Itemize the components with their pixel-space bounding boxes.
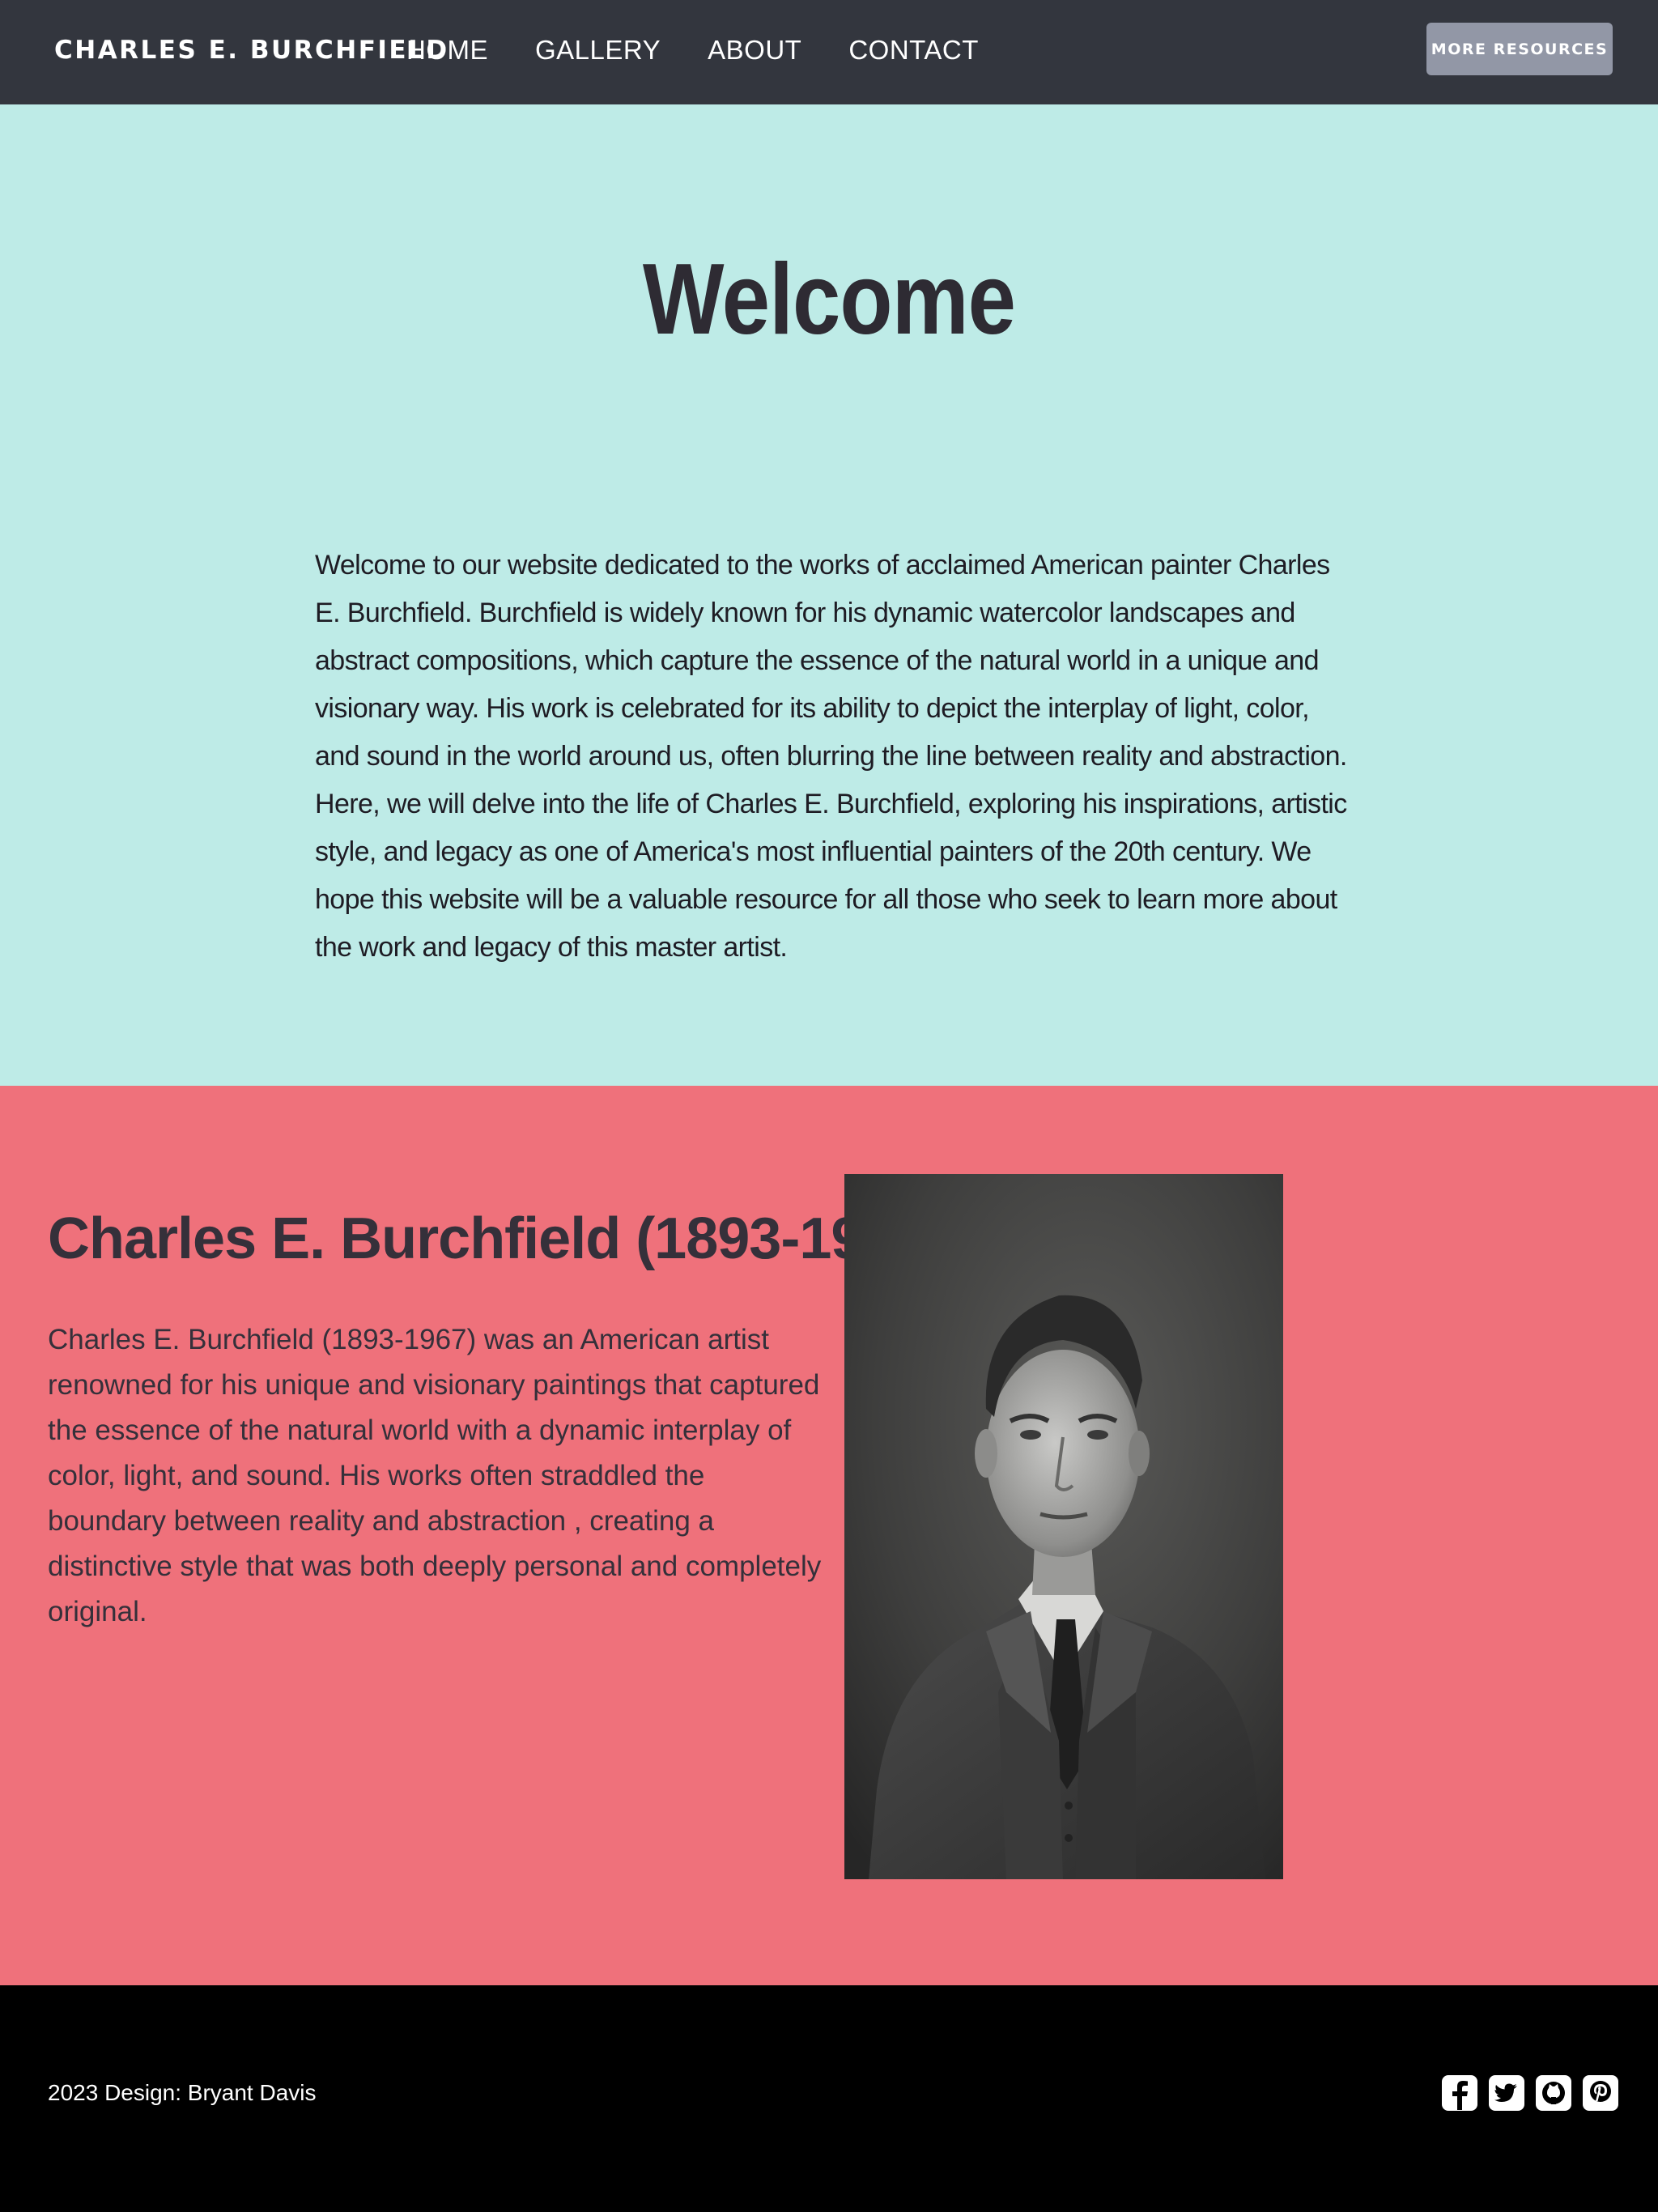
portrait-image [844, 1174, 1283, 1879]
pinterest-icon[interactable] [1582, 2074, 1619, 2112]
nav-links: HOME GALLERY ABOUT CONTACT [406, 0, 1026, 100]
site-brand[interactable]: CHARLES E. BURCHFIELD [54, 0, 449, 100]
more-resources-button[interactable]: MORE RESOURCES [1426, 23, 1613, 75]
nav-link-home[interactable]: HOME [406, 35, 488, 66]
nav-link-about[interactable]: ABOUT [708, 35, 801, 66]
github-icon[interactable] [1535, 2074, 1572, 2112]
welcome-section: Welcome Welcome to our website dedicated… [0, 104, 1658, 1086]
portrait-photo [844, 1174, 1283, 1879]
twitter-icon[interactable] [1488, 2074, 1525, 2112]
biography-paragraph: Charles E. Burchfield (1893-1967) was an… [48, 1324, 822, 1627]
facebook-icon[interactable] [1441, 2074, 1478, 2112]
social-links [1441, 2074, 1619, 2112]
biography-section: Charles E. Burchfield (1893-1967) Charle… [0, 1086, 1658, 1985]
footer-credit: 2023 Design: Bryant Davis [48, 2080, 317, 2105]
nav-link-contact[interactable]: CONTACT [848, 35, 979, 66]
page-footer: 2023 Design: Bryant Davis [0, 1985, 1658, 2212]
biography-heading: Charles E. Burchfield (1893-1967) [48, 1206, 945, 1271]
welcome-paragraph: Welcome to our website dedicated to the … [315, 550, 1347, 963]
nav-link-gallery[interactable]: GALLERY [535, 35, 661, 66]
top-navbar: CHARLES E. BURCHFIELD HOME GALLERY ABOUT… [0, 0, 1658, 104]
welcome-heading: Welcome [642, 244, 1016, 355]
